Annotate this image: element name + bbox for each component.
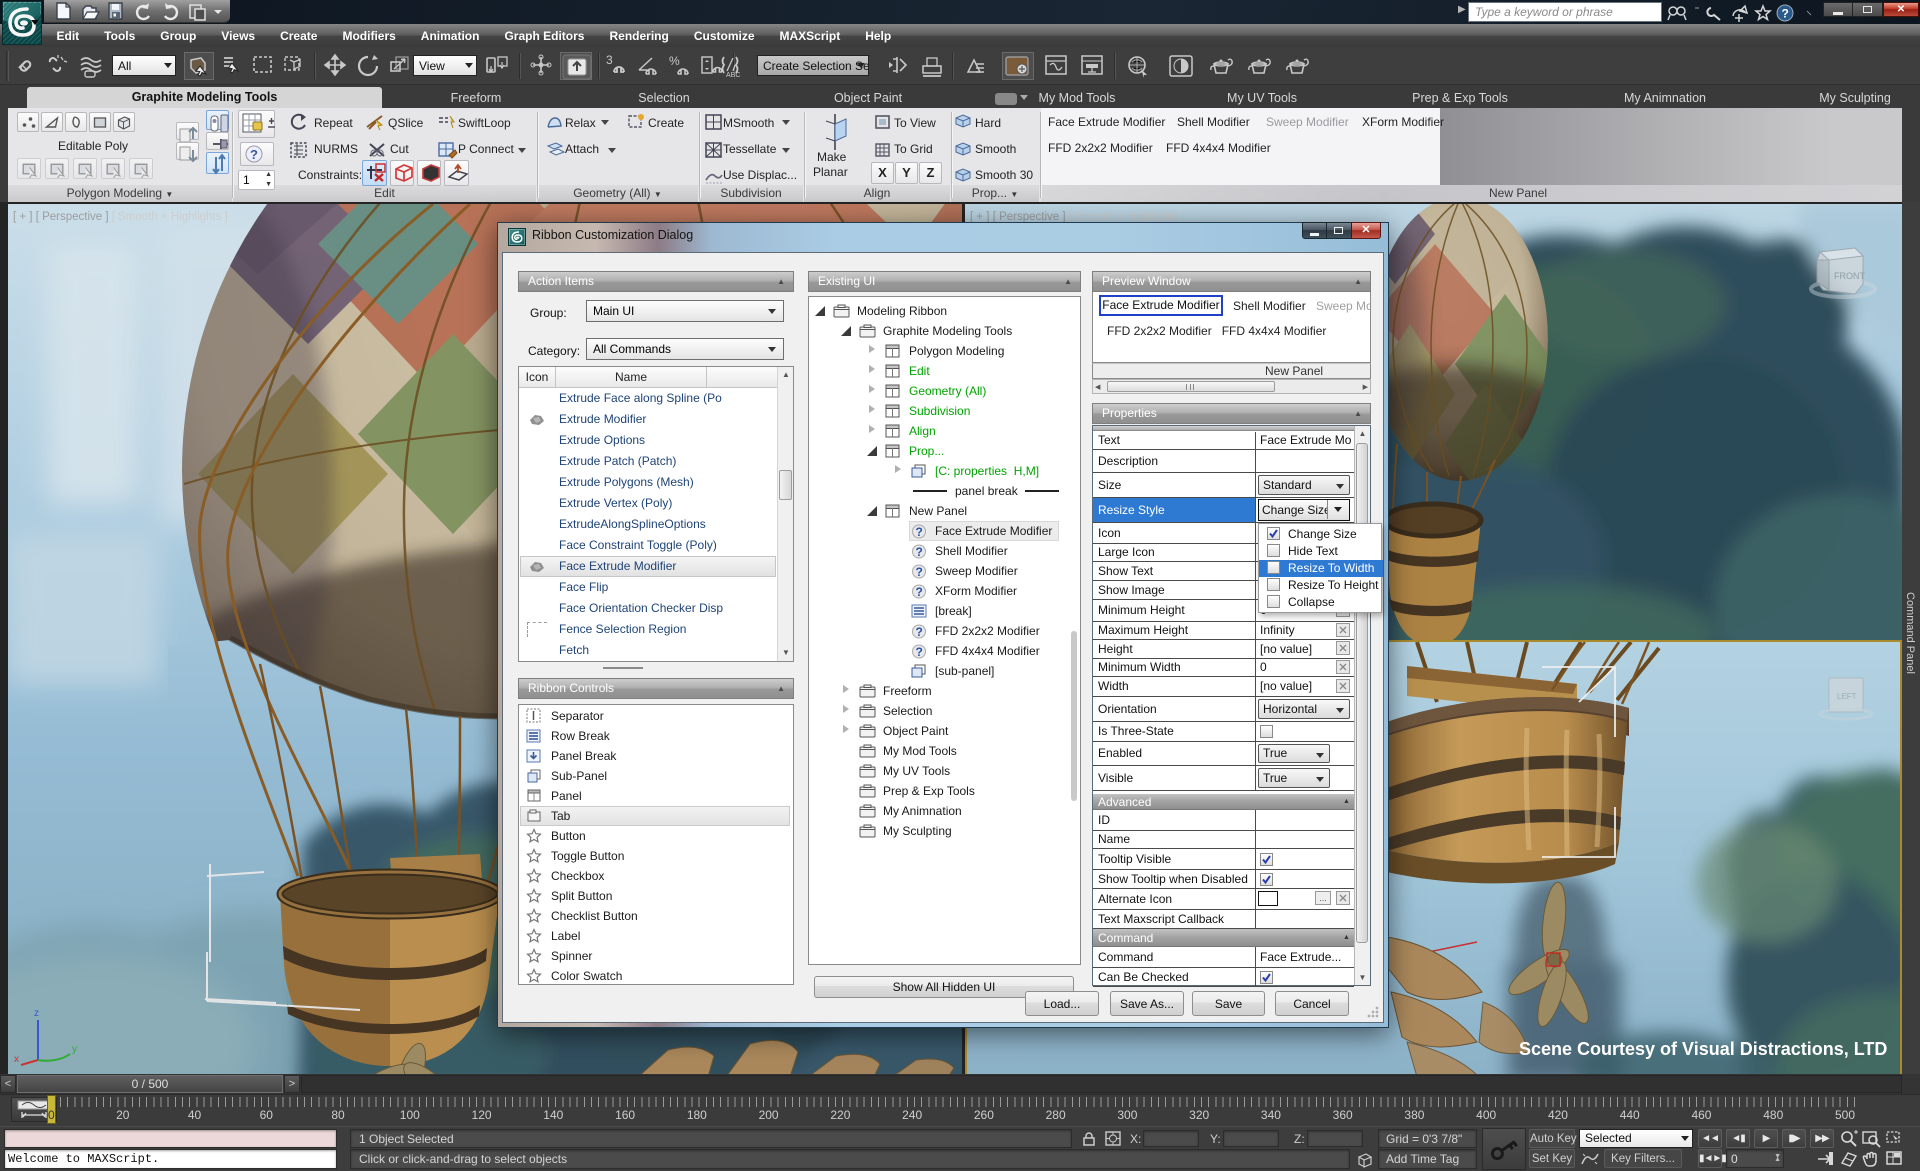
svg-text:x: x bbox=[14, 1054, 19, 1065]
svg-text:?: ? bbox=[916, 545, 923, 559]
svg-text:y: y bbox=[72, 1044, 77, 1055]
svg-text:?: ? bbox=[916, 565, 923, 579]
svg-text:Scene Courtesy of Visual Distr: Scene Courtesy of Visual Distractions, L… bbox=[1519, 1039, 1887, 1059]
svg-text:z: z bbox=[34, 1008, 39, 1019]
svg-text:?: ? bbox=[250, 147, 258, 162]
svg-text:?: ? bbox=[1782, 7, 1789, 21]
svg-text:?: ? bbox=[916, 645, 923, 659]
svg-text:?: ? bbox=[916, 525, 923, 539]
svg-text:FRONT: FRONT bbox=[1834, 271, 1865, 281]
svg-text:3: 3 bbox=[606, 53, 613, 67]
svg-text:LEFT: LEFT bbox=[1837, 692, 1857, 701]
svg-text:ABC: ABC bbox=[726, 72, 740, 79]
svg-text:?: ? bbox=[916, 625, 923, 639]
svg-text:%: % bbox=[669, 54, 680, 68]
svg-text:?: ? bbox=[916, 585, 923, 599]
svg-text:[ + ] [ Perspective ] [ Smooth: [ + ] [ Perspective ] [ Smooth + Highlig… bbox=[13, 211, 228, 223]
